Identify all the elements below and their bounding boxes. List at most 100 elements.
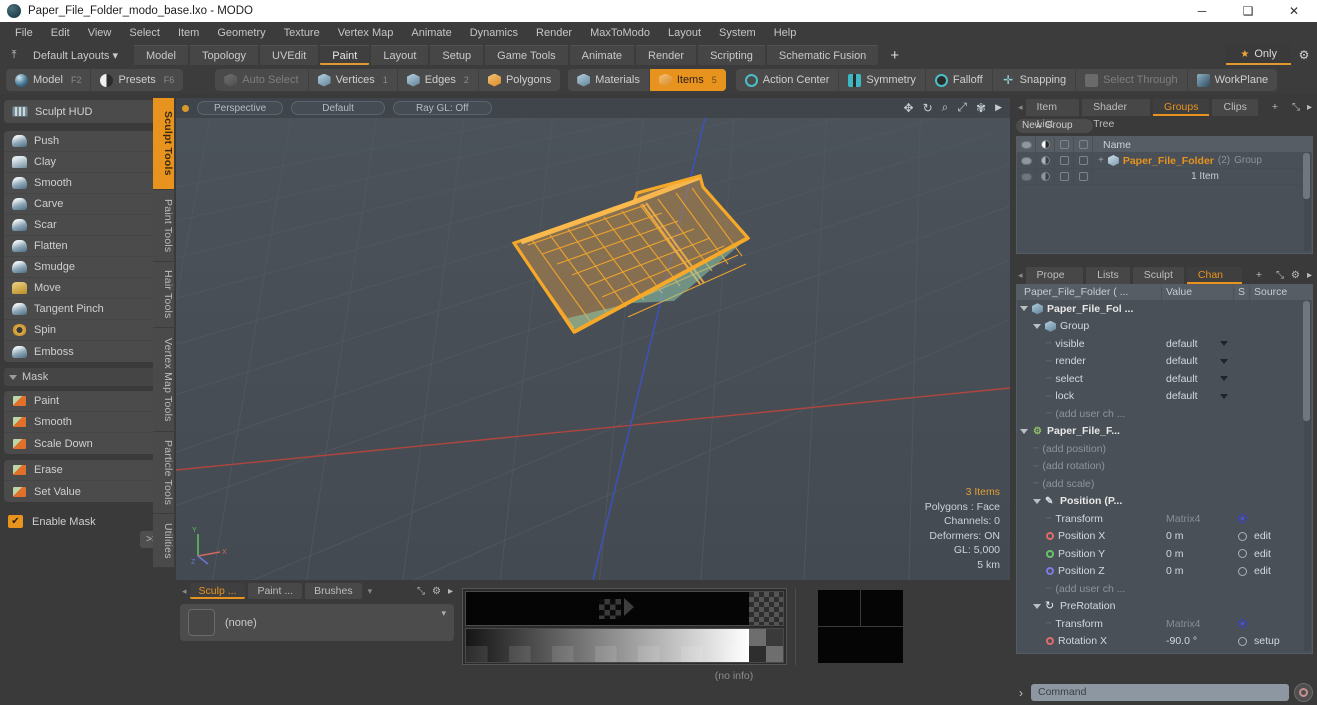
tab-properties[interactable]: Prope ...	[1025, 266, 1084, 298]
new-group-button[interactable]: New Group	[1016, 119, 1093, 133]
vtab-vertex-map-tools[interactable]: Vertex Map Tools	[153, 328, 174, 432]
record-icon[interactable]	[1294, 683, 1313, 702]
groups-scrollbar[interactable]	[1303, 153, 1311, 251]
layout-tab-paint[interactable]: Paint	[320, 45, 370, 65]
channel-row[interactable]: ✎ Position (P...	[1017, 493, 1312, 511]
layout-selector[interactable]: Default Layouts ▾	[25, 49, 126, 62]
brush-selector[interactable]: (none) ▾	[180, 604, 454, 641]
channel-value-cell[interactable]: 0 m	[1162, 548, 1234, 560]
sculpt-tool-move[interactable]: Move	[4, 278, 172, 299]
tab-brushes[interactable]: Brushes	[305, 583, 362, 599]
channel-link-icon[interactable]	[1237, 636, 1247, 646]
layout-tab-model[interactable]: Model	[134, 45, 188, 65]
table-row-sub[interactable]: 1 Item	[1017, 168, 1312, 185]
channel-row[interactable]: Group	[1017, 318, 1312, 336]
viewport-raygl-mode[interactable]: Ray GL: Off	[392, 101, 492, 115]
symmetry-button[interactable]: Symmetry	[839, 69, 926, 91]
select-through-button[interactable]: Select Through	[1076, 69, 1188, 91]
only-toggle-button[interactable]: ★ Only	[1226, 45, 1291, 65]
mode-button-vertices[interactable]: Vertices 1	[309, 69, 398, 91]
sculpt-tool-spin[interactable]: Spin	[4, 320, 172, 341]
mode-button-model[interactable]: Model F2	[6, 69, 92, 91]
chevron-down-icon[interactable]: ▾	[441, 608, 446, 619]
alpha-checker-swatch[interactable]	[749, 592, 783, 625]
fit-icon[interactable]: ⤢	[957, 100, 967, 115]
close-button[interactable]: ✕	[1271, 0, 1317, 22]
menu-item-select[interactable]: Select	[120, 24, 169, 42]
table-row[interactable]: + Paper_File_Folder (2) Group	[1017, 152, 1312, 169]
channel-row[interactable]: Rotation X -90.0 ° setup	[1017, 633, 1312, 651]
panel-collapse-icon[interactable]: ◂	[1015, 102, 1026, 113]
swatch-cell[interactable]	[818, 627, 903, 663]
chevron-down-icon[interactable]: ▾	[365, 586, 376, 597]
layout-tab-schematic-fusion[interactable]: Schematic Fusion	[766, 45, 879, 65]
tab-channels[interactable]: Chan ...	[1186, 266, 1242, 298]
menu-item-item[interactable]: Item	[169, 24, 208, 42]
channel-row[interactable]: ┈ select default	[1017, 370, 1312, 388]
viewport-shading-mode[interactable]: Default	[291, 101, 385, 115]
layout-tab-render[interactable]: Render	[636, 45, 697, 65]
menu-item-render[interactable]: Render	[527, 24, 581, 42]
layout-tab-setup[interactable]: Setup	[430, 45, 484, 65]
vtab-paint-tools[interactable]: Paint Tools	[153, 190, 174, 262]
falloff-button[interactable]: Falloff	[926, 69, 993, 91]
zoom-icon[interactable]: ⌕	[942, 100, 949, 115]
panel-collapse-icon[interactable]: ◂	[1015, 270, 1026, 281]
add-layout-tab-button[interactable]: +	[880, 47, 909, 64]
minimize-button[interactable]: ─	[1179, 0, 1225, 22]
menu-item-geometry[interactable]: Geometry	[208, 24, 274, 42]
menu-item-help[interactable]: Help	[765, 24, 806, 42]
sculpt-tool-scar[interactable]: Scar	[4, 215, 172, 236]
channel-link-icon[interactable]	[1237, 549, 1247, 559]
menu-item-layout[interactable]: Layout	[659, 24, 710, 42]
move-icon[interactable]: ✥	[904, 101, 914, 115]
layout-tab-animate[interactable]: Animate	[569, 45, 634, 65]
channel-row[interactable]: ┈ (add user ch ...	[1017, 405, 1312, 423]
channel-value-cell[interactable]: default	[1162, 390, 1234, 402]
sculpt-tool-clay[interactable]: Clay	[4, 152, 172, 173]
row-select-toggle[interactable]	[1055, 152, 1074, 169]
panel-collapse-icon[interactable]: ◂	[179, 586, 190, 597]
gear-icon[interactable]: ✾	[976, 101, 986, 115]
sculpt-tool-emboss[interactable]: Emboss	[4, 341, 172, 362]
rotate-icon[interactable]: ↻	[923, 101, 933, 115]
channel-value-cell[interactable]: Matrix4	[1162, 618, 1234, 630]
channel-value-cell[interactable]: default	[1162, 355, 1234, 367]
mask-tool-smooth[interactable]: Smooth	[4, 412, 172, 433]
workplane-button[interactable]: WorkPlane	[1188, 69, 1278, 91]
chevron-down-icon[interactable]	[1220, 341, 1228, 347]
sub-select-toggle[interactable]	[1055, 168, 1074, 185]
channel-link-icon[interactable]	[1237, 531, 1247, 541]
channel-row[interactable]: ┈ (add user ch ...	[1017, 580, 1312, 598]
menu-item-texture[interactable]: Texture	[275, 24, 329, 42]
channels-scrollbar[interactable]	[1303, 301, 1311, 651]
channel-row[interactable]: ↻ PreRotation	[1017, 598, 1312, 616]
channel-row[interactable]: Position X 0 m edit	[1017, 528, 1312, 546]
channel-value-cell[interactable]: -90.0 °	[1162, 635, 1234, 647]
channel-value-cell[interactable]: 0.0 °	[1162, 653, 1234, 654]
tab-groups[interactable]: Groups	[1153, 98, 1210, 116]
channel-value-cell[interactable]: 0 m	[1162, 565, 1234, 577]
expand-plus-icon[interactable]: +	[1098, 155, 1104, 166]
channel-row[interactable]: ┈ (add rotation)	[1017, 458, 1312, 476]
action-center-button[interactable]: Action Center	[736, 69, 840, 91]
alpha-preview-strip[interactable]	[465, 591, 784, 626]
add-tab-button[interactable]: +	[1261, 99, 1289, 116]
add-tab-button[interactable]: +	[1245, 267, 1273, 284]
swatch-cell[interactable]	[818, 590, 860, 626]
channel-row[interactable]: Position Y 0 m edit	[1017, 545, 1312, 563]
sculpt-tool-carve[interactable]: Carve	[4, 194, 172, 215]
swatch-cell[interactable]	[861, 590, 903, 626]
mode-button-polygons[interactable]: Polygons	[479, 69, 560, 91]
vtab-utilities[interactable]: Utilities	[153, 514, 174, 568]
channel-row[interactable]: ┈ Transform Matrix4	[1017, 615, 1312, 633]
sculpt-tool-smudge[interactable]: Smudge	[4, 257, 172, 278]
channel-row[interactable]: ┈ (add position)	[1017, 440, 1312, 458]
more-arrow-icon[interactable]: ▸	[1307, 270, 1312, 281]
layout-tab-scripting[interactable]: Scripting	[698, 45, 765, 65]
mode-button-materials[interactable]: Materials	[568, 69, 650, 91]
mode-button-presets[interactable]: Presets F6	[91, 69, 183, 91]
3d-viewport[interactable]: Perspective Default Ray GL: Off ✥ ↻ ⌕ ⤢ …	[176, 98, 1010, 580]
tab-clips[interactable]: Clips	[1212, 98, 1258, 116]
tab-shader-tree[interactable]: Shader Tree	[1082, 98, 1151, 130]
